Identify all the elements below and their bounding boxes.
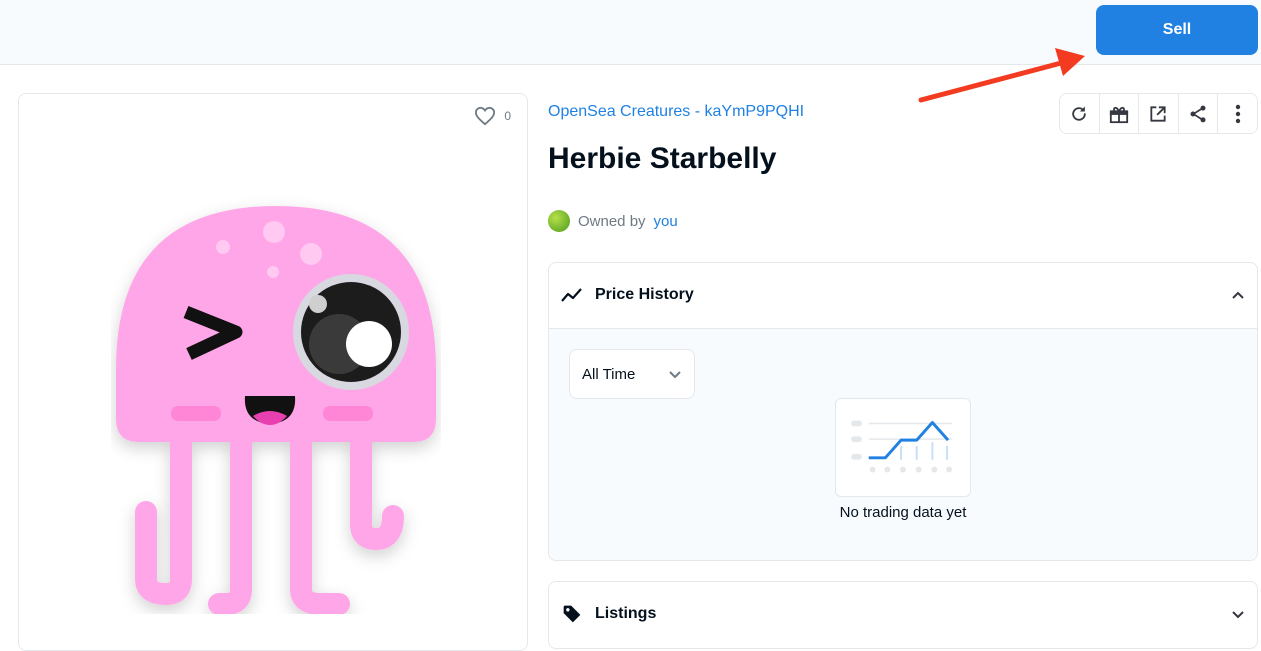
- listings-header[interactable]: Listings: [549, 582, 1257, 646]
- chevron-down-icon: [669, 371, 681, 379]
- time-range-select[interactable]: All Time: [569, 349, 695, 399]
- tag-icon: [563, 605, 581, 623]
- price-history-body: All Time No trading data yet: [549, 328, 1257, 560]
- more-options-button[interactable]: [1218, 94, 1257, 133]
- price-history-panel: Price History All Time No trading data y…: [548, 262, 1258, 561]
- time-range-value: All Time: [582, 365, 636, 383]
- more-icon: [1235, 104, 1240, 123]
- trending-line-icon: [561, 288, 582, 302]
- listings-panel: Listings: [548, 581, 1258, 649]
- refresh-icon: [1072, 106, 1087, 121]
- owned-by-label: Owned by: [578, 212, 646, 230]
- asset-media-card: 0: [18, 93, 528, 651]
- empty-chart-illustration-icon: [835, 398, 971, 497]
- price-history-title: Price History: [595, 286, 694, 303]
- collection-link[interactable]: OpenSea Creatures - kaYmP9PQHI: [548, 103, 804, 121]
- heart-icon[interactable]: [474, 106, 496, 126]
- open-external-button[interactable]: [1139, 94, 1179, 133]
- favorite-control[interactable]: 0: [474, 106, 511, 126]
- transfer-button[interactable]: [1099, 94, 1140, 133]
- empty-state-text: No trading data yet: [839, 504, 967, 521]
- owner-link[interactable]: you: [654, 213, 678, 230]
- asset-action-bar: [1059, 93, 1258, 134]
- asset-title: Herbie Starbelly: [548, 142, 777, 175]
- owner-avatar[interactable]: [548, 210, 570, 232]
- price-history-header[interactable]: Price History: [549, 263, 1257, 327]
- chevron-down-icon[interactable]: [1231, 609, 1245, 619]
- external-link-icon: [1150, 105, 1167, 122]
- chevron-up-icon[interactable]: [1231, 290, 1245, 300]
- share-icon: [1190, 105, 1206, 122]
- share-button[interactable]: [1178, 94, 1219, 133]
- sell-button[interactable]: Sell: [1096, 5, 1258, 55]
- favorite-count: 0: [504, 109, 511, 123]
- refresh-button[interactable]: [1060, 94, 1100, 133]
- listings-title: Listings: [595, 605, 657, 622]
- owner-info: Owned by you: [548, 210, 678, 232]
- gift-icon: [1109, 106, 1128, 123]
- creature-image: [116, 206, 436, 614]
